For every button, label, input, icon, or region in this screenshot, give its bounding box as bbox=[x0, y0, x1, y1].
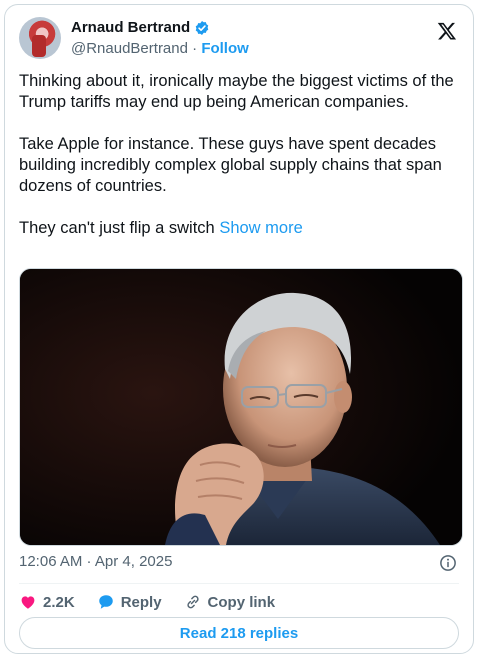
author-name-line: Arnaud Bertrand bbox=[71, 19, 210, 36]
author-handle-line: @RnaudBertrand · Follow bbox=[71, 40, 249, 57]
like-count: 2.2K bbox=[43, 593, 75, 611]
tweet-paragraph-2: Take Apple for instance. These guys have… bbox=[19, 135, 442, 195]
photo-portrait bbox=[20, 269, 462, 545]
verified-badge-icon bbox=[195, 20, 209, 35]
author-handle[interactable]: @RnaudBertrand bbox=[71, 40, 188, 57]
author-display-name[interactable]: Arnaud Bertrand bbox=[71, 19, 190, 36]
tweet-last-line: They can't just flip a switch bbox=[19, 219, 220, 237]
copy-link-button[interactable]: Copy link bbox=[184, 593, 276, 611]
copy-link-label: Copy link bbox=[207, 593, 276, 611]
info-icon[interactable] bbox=[439, 554, 457, 572]
read-replies-button[interactable]: Read 218 replies bbox=[19, 617, 459, 649]
tweet-text: Thinking about it, ironically maybe the … bbox=[19, 71, 459, 260]
divider bbox=[19, 583, 459, 584]
tweet-card: Arnaud Bertrand @RnaudBertrand · Follow … bbox=[4, 4, 474, 654]
follow-button[interactable]: Follow bbox=[201, 40, 249, 57]
tweet-header: Arnaud Bertrand @RnaudBertrand · Follow bbox=[19, 15, 459, 61]
avatar[interactable] bbox=[19, 17, 61, 59]
like-button[interactable]: 2.2K bbox=[19, 593, 75, 611]
x-logo-icon[interactable] bbox=[437, 21, 457, 41]
show-more-link[interactable]: Show more bbox=[219, 219, 302, 237]
tweet-media-photo[interactable] bbox=[19, 268, 463, 546]
tweet-paragraph-1: Thinking about it, ironically maybe the … bbox=[19, 72, 454, 111]
read-replies-label: Read 218 replies bbox=[179, 624, 299, 642]
tweet-actions: 2.2K Reply Copy link bbox=[19, 591, 275, 613]
link-icon bbox=[186, 595, 199, 609]
reply-bubble-icon bbox=[98, 595, 113, 609]
tweet-paragraph-3: They can't just flip a switch Show more bbox=[19, 218, 459, 239]
reply-button[interactable]: Reply bbox=[97, 593, 162, 611]
tweet-timestamp-row: 12:06 AM · Apr 4, 2025 bbox=[19, 553, 459, 575]
heart-icon bbox=[21, 596, 35, 609]
tweet-timestamp[interactable]: 12:06 AM · Apr 4, 2025 bbox=[19, 553, 172, 570]
reply-label: Reply bbox=[120, 593, 162, 611]
handle-separator: · bbox=[187, 40, 202, 57]
